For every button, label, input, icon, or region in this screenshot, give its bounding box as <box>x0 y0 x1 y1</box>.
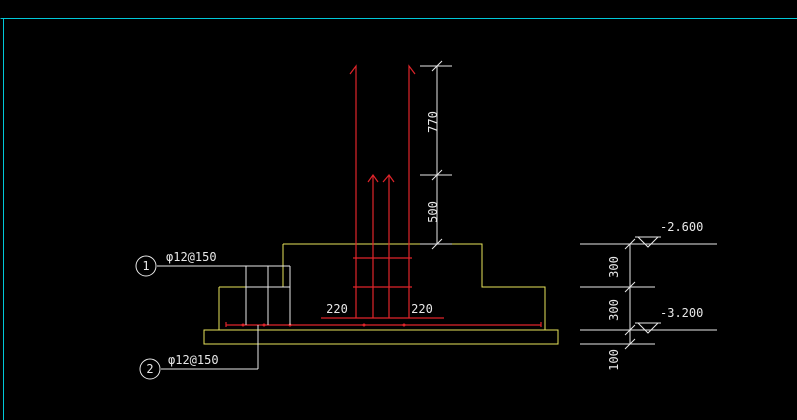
level-bottom-label: -3.200 <box>660 306 703 320</box>
callout-1-text: φ12@150 <box>166 250 217 264</box>
dim-300-upper-label: 300 <box>607 256 621 278</box>
drawing-background <box>0 0 797 420</box>
dim-500-label: 500 <box>426 201 440 223</box>
callout-1-number: 1 <box>142 259 149 273</box>
level-top-label: -2.600 <box>660 220 703 234</box>
callout-2-text: φ12@150 <box>168 353 219 367</box>
cad-drawing-canvas: 1 φ12@150 2 φ12@150 770 500 300 300 100 … <box>0 0 797 420</box>
dim-770-label: 770 <box>426 111 440 133</box>
dim-220-right-label: 220 <box>411 302 433 316</box>
dim-300-lower-label: 300 <box>607 299 621 321</box>
dim-100-label: 100 <box>607 349 621 371</box>
callout-2-number: 2 <box>146 362 153 376</box>
dim-220-left-label: 220 <box>326 302 348 316</box>
